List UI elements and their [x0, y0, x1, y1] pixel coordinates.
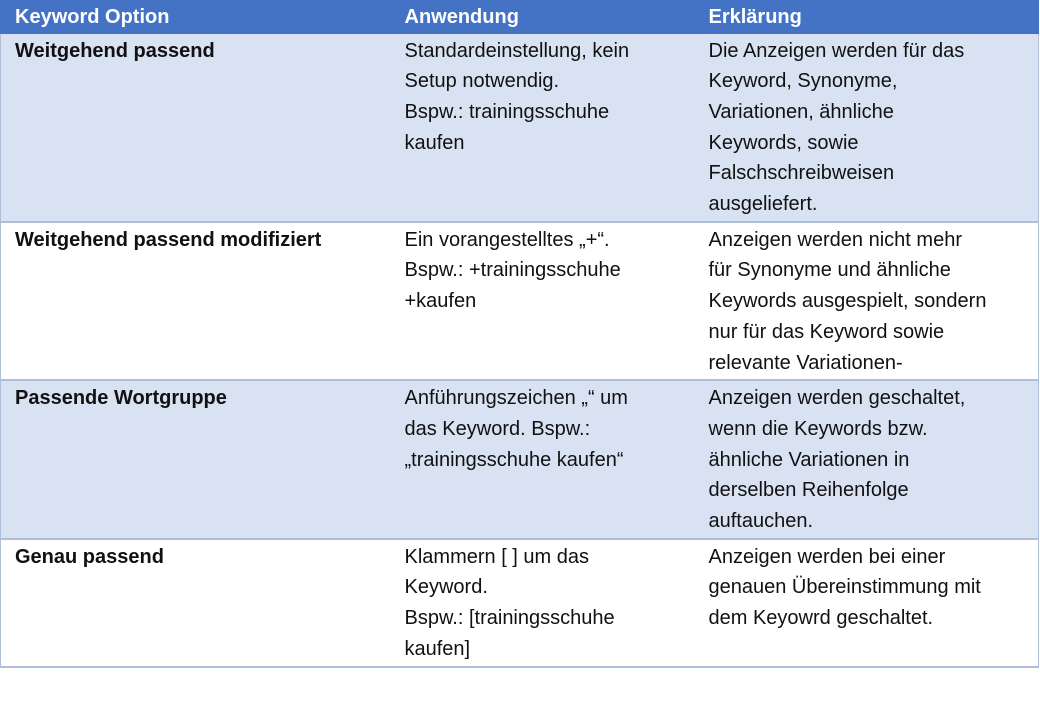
cell-line: Anzeigen werden bei einer [708, 545, 946, 568]
cell-line: Keywords ausgespielt, sondern [708, 290, 987, 313]
header-anwendung: Anwendung [390, 0, 695, 34]
table-body: Weitgehend passend Standardeinstellung, … [0, 33, 1039, 668]
table-row: Weitgehend passend Standardeinstellung, … [0, 33, 1039, 223]
cell-line: das Keyword. Bspw.: [404, 417, 591, 440]
cell-line: Bspw.: +trainingsschuhe [404, 259, 621, 282]
cell-line: Variationen, ähnliche [708, 100, 894, 123]
cell-line: Anzeigen werden nicht mehr [708, 228, 962, 251]
cell-line: Ein vorangestelltes „+“. [404, 228, 610, 251]
cell-line: ausgeliefert. [708, 193, 818, 216]
cell-line: Klammern [ ] um das [404, 545, 590, 568]
cell-line: auftauchen. [708, 510, 814, 533]
erklaerung-cell: Anzeigen werden geschaltet, wenn die Key… [694, 380, 1039, 540]
option-cell: Genau passend [0, 538, 391, 668]
cell-line: +kaufen [404, 290, 477, 313]
cell-line: kaufen] [404, 637, 471, 660]
cell-line: Keyword, Synonyme, [708, 70, 898, 93]
cell-line: dem Keyowrd geschaltet. [708, 607, 934, 630]
erklaerung-cell: Anzeigen werden nicht mehr für Synonyme … [694, 221, 1039, 382]
erklaerung-cell: Anzeigen werden bei einer genauen Überei… [694, 538, 1039, 668]
cell-line: Anzeigen werden geschaltet, [708, 387, 966, 410]
cell-line: für Synonyme und ähnliche [708, 259, 951, 282]
anwendung-cell: Ein vorangestelltes „+“. Bspw.: +trainin… [390, 221, 695, 382]
cell-line: nur für das Keyword sowie [708, 320, 945, 343]
table-header: Keyword Option Anwendung Erklärung [0, 0, 1039, 34]
header-keyword-option: Keyword Option [0, 0, 391, 34]
option-cell: Weitgehend passend [0, 33, 391, 223]
cell-line: Die Anzeigen werden für das [708, 39, 965, 62]
option-cell: Passende Wortgruppe [0, 380, 391, 540]
option-cell: Weitgehend passend modifiziert [0, 221, 391, 382]
cell-line: Setup notwendig. [404, 70, 560, 93]
cell-line: wenn die Keywords bzw. [708, 417, 928, 440]
cell-line: Standardeinstellung, kein [404, 39, 630, 62]
erklaerung-cell: Die Anzeigen werden für das Keyword, Syn… [694, 33, 1039, 223]
cell-line: Anführungszeichen „“ um [404, 387, 628, 410]
keyword-options-table: Keyword Option Anwendung Erklärung Weitg… [0, 0, 1039, 668]
table-row: Passende Wortgruppe Anführungszeichen „“… [0, 380, 1039, 540]
table-row: Genau passend Klammern [ ] um das Keywor… [0, 538, 1039, 668]
header-erklaerung: Erklärung [694, 0, 1039, 34]
anwendung-cell: Standardeinstellung, kein Setup notwendi… [390, 33, 695, 223]
cell-line: Bspw.: [trainingsschuhe [404, 607, 615, 630]
cell-line: relevante Variationen- [708, 351, 903, 374]
cell-line: Keywords, sowie [708, 131, 859, 154]
header-row: Keyword Option Anwendung Erklärung [0, 0, 1039, 34]
anwendung-cell: Klammern [ ] um das Keyword. Bspw.: [tra… [390, 538, 695, 668]
cell-line: derselben Reihenfolge [708, 479, 909, 502]
cell-line: Bspw.: trainingsschuhe [404, 100, 610, 123]
cell-line: Falschschreibweisen [708, 162, 895, 185]
cell-line: genauen Übereinstimmung mit [708, 576, 981, 599]
cell-line: ähnliche Variationen in [708, 448, 910, 471]
anwendung-cell: Anführungszeichen „“ um das Keyword. Bsp… [390, 380, 695, 540]
cell-line: „trainingsschuhe kaufen“ [404, 448, 624, 471]
cell-line: kaufen [404, 131, 465, 154]
table-row: Weitgehend passend modifiziert Ein voran… [0, 221, 1039, 382]
cell-line: Keyword. [404, 576, 488, 599]
